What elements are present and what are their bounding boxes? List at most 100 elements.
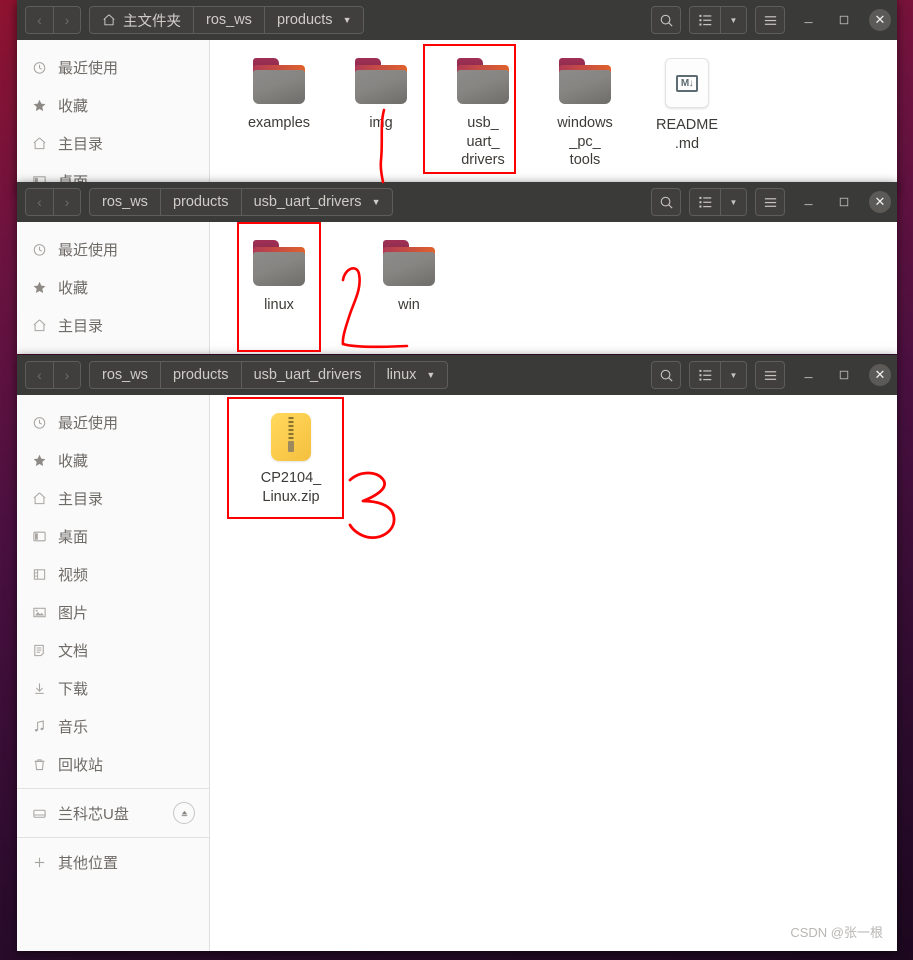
sidebar-item-desktop[interactable]: 桌面 xyxy=(17,517,209,555)
breadcrumb-item-home[interactable]: 主文件夹 xyxy=(90,7,193,33)
breadcrumb-item-usb-uart-drivers[interactable]: usb_uart_drivers xyxy=(240,362,374,388)
breadcrumb[interactable]: 主文件夹 ros_ws products ▼ xyxy=(89,6,365,34)
sidebar-item-starred[interactable]: 收藏 xyxy=(17,441,209,479)
breadcrumb[interactable]: ros_ws products usb_uart_drivers linux ▼ xyxy=(89,361,449,389)
close-button[interactable]: ✕ xyxy=(869,364,891,386)
breadcrumb-label: usb_uart_drivers xyxy=(253,367,362,383)
maximize-button[interactable] xyxy=(831,361,857,389)
search-icon[interactable] xyxy=(651,6,681,34)
breadcrumb-item-linux[interactable]: linux ▼ xyxy=(373,362,448,388)
sidebar-item-other-locations[interactable]: 其他位置 xyxy=(17,843,209,881)
view-dropdown-caret-icon[interactable]: ▼ xyxy=(720,362,746,388)
chevron-down-icon[interactable]: ▼ xyxy=(426,370,435,380)
chevron-down-icon[interactable]: ▼ xyxy=(372,197,381,207)
sidebar-item-home[interactable]: 主目录 xyxy=(17,124,209,162)
breadcrumb-item-usb-uart-drivers[interactable]: usb_uart_drivers ▼ xyxy=(240,189,393,215)
nav-button-group[interactable]: ‹ › xyxy=(25,361,81,389)
breadcrumb-item-ros-ws[interactable]: ros_ws xyxy=(90,189,160,215)
sidebar-item-pictures[interactable]: 图片 xyxy=(17,593,209,631)
sidebar-item-usb-drive[interactable]: 兰科芯U盘 xyxy=(17,794,209,832)
hamburger-menu-icon[interactable] xyxy=(755,6,785,34)
breadcrumb-item-products[interactable]: products xyxy=(159,189,241,215)
file-grid: CP2104_ Linux.zip xyxy=(228,407,897,506)
breadcrumb-item-products[interactable]: products xyxy=(159,362,241,388)
list-view-icon[interactable] xyxy=(690,362,720,388)
sidebar-item-trash[interactable]: 回收站 xyxy=(17,745,209,783)
minimize-button[interactable] xyxy=(795,188,821,216)
file-item-img[interactable]: img xyxy=(330,52,432,133)
view-dropdown-caret-icon[interactable]: ▼ xyxy=(720,7,746,33)
list-view-icon[interactable] xyxy=(690,189,720,215)
minimize-button[interactable] xyxy=(795,361,821,389)
sidebar-item-label: 最近使用 xyxy=(58,241,119,259)
places-sidebar[interactable]: 最近使用 收藏 主目录 xyxy=(17,222,210,354)
breadcrumb-item-ros-ws[interactable]: ros_ws xyxy=(193,7,264,33)
eject-icon[interactable] xyxy=(173,802,195,824)
file-item-linux[interactable]: linux xyxy=(228,234,330,315)
sidebar-item-recent[interactable]: 最近使用 xyxy=(17,48,209,86)
sidebar-item-home[interactable]: 主目录 xyxy=(17,479,209,517)
hamburger-menu-icon[interactable] xyxy=(755,188,785,216)
sidebar-item-recent[interactable]: 最近使用 xyxy=(17,403,209,441)
list-view-icon[interactable] xyxy=(690,7,720,33)
close-button[interactable]: ✕ xyxy=(869,191,891,213)
close-button[interactable]: ✕ xyxy=(869,9,891,31)
forward-icon[interactable]: › xyxy=(53,362,80,388)
minimize-button[interactable] xyxy=(795,6,821,34)
view-dropdown-caret-icon[interactable]: ▼ xyxy=(720,189,746,215)
folder-icon xyxy=(455,58,511,106)
back-icon[interactable]: ‹ xyxy=(26,362,53,388)
clock-icon xyxy=(31,59,48,76)
search-icon[interactable] xyxy=(651,361,681,389)
places-sidebar[interactable]: 最近使用 收藏 主目录 桌面 xyxy=(17,40,210,190)
chevron-down-icon[interactable]: ▼ xyxy=(343,15,352,25)
breadcrumb-item-ros-ws[interactable]: ros_ws xyxy=(90,362,160,388)
nav-button-group[interactable]: ‹ › xyxy=(25,188,81,216)
sidebar-item-music[interactable]: 音乐 xyxy=(17,707,209,745)
breadcrumb-label: products xyxy=(276,12,333,28)
sidebar-item-videos[interactable]: 视频 xyxy=(17,555,209,593)
forward-icon[interactable]: › xyxy=(53,189,80,215)
sidebar-item-starred[interactable]: 收藏 xyxy=(17,86,209,124)
sidebar-item-documents[interactable]: 文档 xyxy=(17,631,209,669)
sidebar-item-recent[interactable]: 最近使用 xyxy=(17,230,209,268)
nav-button-group[interactable]: ‹ › xyxy=(25,6,81,34)
maximize-button[interactable] xyxy=(831,188,857,216)
maximize-button[interactable] xyxy=(831,6,857,34)
sidebar-item-downloads[interactable]: 下载 xyxy=(17,669,209,707)
breadcrumb[interactable]: ros_ws products usb_uart_drivers ▼ xyxy=(89,188,394,216)
forward-icon[interactable]: › xyxy=(53,7,80,33)
places-sidebar[interactable]: 最近使用 收藏 主目录 桌面 视频 图片 文档 下载 音乐 回收站 兰科芯U盘 … xyxy=(17,395,210,951)
file-list-area[interactable]: linux win xyxy=(210,222,897,354)
file-item-windows-pc-tools[interactable]: windows _pc_ tools xyxy=(534,52,636,170)
file-item-win[interactable]: win xyxy=(358,234,460,315)
file-manager-window-linux[interactable]: ‹ › ros_ws products usb_uart_drivers lin… xyxy=(17,355,897,951)
markdown-file-icon: M↓ xyxy=(665,58,709,108)
back-icon[interactable]: ‹ xyxy=(26,7,53,33)
sidebar-item-label: 收藏 xyxy=(58,279,89,297)
sidebar-item-label: 最近使用 xyxy=(58,59,119,77)
file-name: README .md xyxy=(655,117,719,152)
file-item-examples[interactable]: examples xyxy=(228,52,330,133)
file-item-usb-uart-drivers[interactable]: usb_ uart_ drivers xyxy=(432,52,534,170)
zip-file-icon xyxy=(271,413,311,461)
watermark: CSDN @张一根 xyxy=(790,925,883,940)
search-icon[interactable] xyxy=(651,188,681,216)
file-list-area[interactable]: CP2104_ Linux.zip CSDN @张一根 xyxy=(210,395,897,951)
back-icon[interactable]: ‹ xyxy=(26,189,53,215)
file-manager-window-products[interactable]: ‹ › 主文件夹 ros_ws products ▼ ▼ ✕ 最近使用 收藏 主… xyxy=(17,0,897,190)
file-list-area[interactable]: examples img usb_ uart_ drivers windows … xyxy=(210,40,897,190)
file-item-cp2104-linux-zip[interactable]: CP2104_ Linux.zip xyxy=(240,407,342,506)
view-mode-group[interactable]: ▼ xyxy=(689,188,747,216)
sidebar-item-label: 视频 xyxy=(58,566,89,584)
file-item-readme-md[interactable]: M↓ README .md xyxy=(636,52,738,153)
hamburger-menu-icon[interactable] xyxy=(755,361,785,389)
view-mode-group[interactable]: ▼ xyxy=(689,6,747,34)
sidebar-item-home[interactable]: 主目录 xyxy=(17,306,209,344)
sidebar-item-starred[interactable]: 收藏 xyxy=(17,268,209,306)
home-icon xyxy=(31,490,48,507)
breadcrumb-item-products[interactable]: products ▼ xyxy=(263,7,364,33)
file-manager-window-usb-uart-drivers[interactable]: ‹ › ros_ws products usb_uart_drivers ▼ ▼… xyxy=(17,182,897,354)
view-mode-group[interactable]: ▼ xyxy=(689,361,747,389)
titlebar-right-controls: ▼ ✕ xyxy=(643,182,891,222)
